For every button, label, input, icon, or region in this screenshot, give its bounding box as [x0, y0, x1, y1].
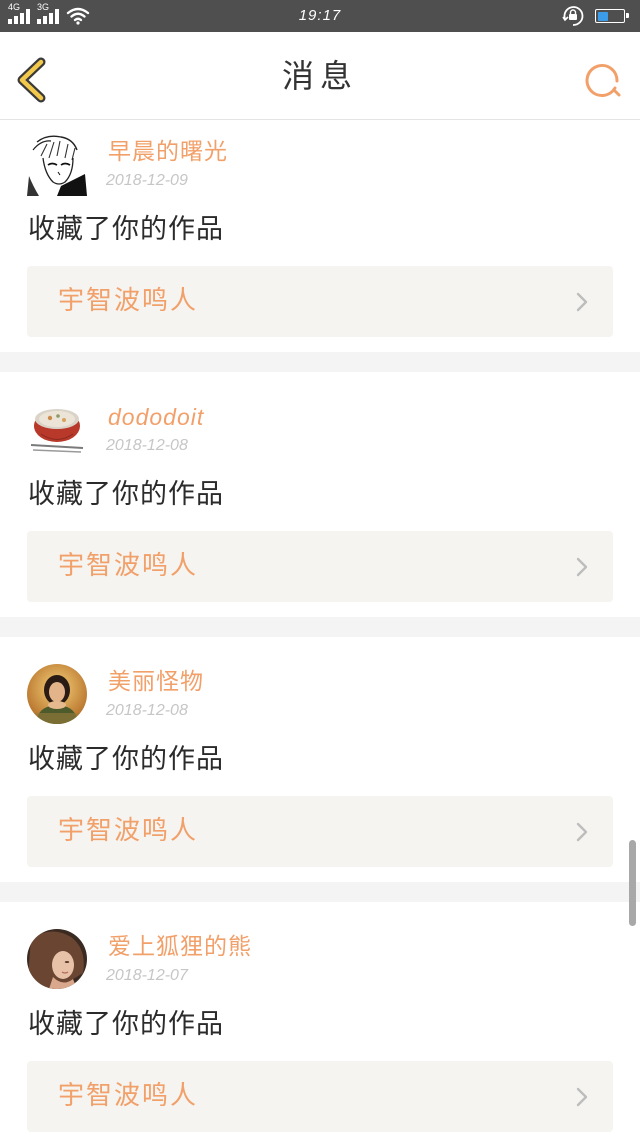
- message-list[interactable]: 早晨的曙光 2018-12-09 收藏了你的作品 宇智波鸣人 dododoit …: [0, 120, 640, 1138]
- work-link[interactable]: 宇智波鸣人: [27, 531, 613, 602]
- work-link[interactable]: 宇智波鸣人: [27, 796, 613, 867]
- user-avatar[interactable]: [27, 134, 87, 196]
- chevron-right-icon: [576, 1087, 588, 1107]
- message-action-text: 收藏了你的作品: [28, 744, 224, 775]
- message-card[interactable]: 爱上狐狸的熊 2018-12-07 收藏了你的作品 宇智波鸣人: [0, 902, 640, 1138]
- battery-level-fill: [597, 11, 608, 21]
- user-name[interactable]: 早晨的曙光: [108, 138, 228, 166]
- status-time: 19:17: [298, 7, 342, 24]
- chevron-right-icon: [576, 822, 588, 842]
- message-card[interactable]: 早晨的曙光 2018-12-09 收藏了你的作品 宇智波鸣人: [0, 120, 640, 352]
- card-separator: [0, 617, 640, 637]
- work-title: 宇智波鸣人: [58, 286, 199, 316]
- message-date: 2018-12-07: [106, 967, 188, 984]
- chevron-left-icon: [17, 57, 46, 103]
- work-title: 宇智波鸣人: [58, 816, 199, 846]
- user-name[interactable]: dododoit: [108, 403, 204, 431]
- work-title: 宇智波鸣人: [58, 551, 199, 581]
- message-card[interactable]: dododoit 2018-12-08 收藏了你的作品 宇智波鸣人: [0, 372, 640, 617]
- message-date: 2018-12-08: [106, 702, 188, 719]
- page-title: 消息: [281, 57, 358, 95]
- card-separator: [0, 882, 640, 902]
- top-nav-bar: 消息: [0, 32, 640, 120]
- message-action-text: 收藏了你的作品: [28, 1009, 224, 1040]
- work-link[interactable]: 宇智波鸣人: [27, 1061, 613, 1132]
- user-avatar[interactable]: [27, 399, 87, 459]
- user-avatar[interactable]: [27, 929, 87, 989]
- message-action-text: 收藏了你的作品: [28, 479, 224, 510]
- user-name[interactable]: 爱上狐狸的熊: [108, 933, 252, 961]
- chevron-right-icon: [576, 292, 588, 312]
- card-separator: [0, 352, 640, 372]
- message-action-text: 收藏了你的作品: [28, 214, 224, 245]
- status-bar: 4G 3G 19:17: [0, 0, 640, 32]
- search-button[interactable]: [584, 61, 624, 101]
- back-button[interactable]: [14, 56, 50, 104]
- battery-icon: [595, 9, 629, 23]
- messages-screen: 4G 3G 19:17 消息 早晨的曙光 2018-12-09 收藏了你的作品 …: [0, 0, 640, 1138]
- rotation-lock-icon: [562, 6, 584, 26]
- search-icon: [585, 64, 621, 97]
- user-avatar[interactable]: [27, 664, 87, 724]
- work-title: 宇智波鸣人: [58, 1081, 199, 1111]
- message-card[interactable]: 美丽怪物 2018-12-08 收藏了你的作品 宇智波鸣人: [0, 637, 640, 882]
- work-link[interactable]: 宇智波鸣人: [27, 266, 613, 337]
- message-date: 2018-12-08: [106, 437, 188, 454]
- scrollbar-thumb[interactable]: [629, 840, 636, 926]
- message-date: 2018-12-09: [106, 172, 188, 189]
- chevron-right-icon: [576, 557, 588, 577]
- user-name[interactable]: 美丽怪物: [108, 668, 204, 696]
